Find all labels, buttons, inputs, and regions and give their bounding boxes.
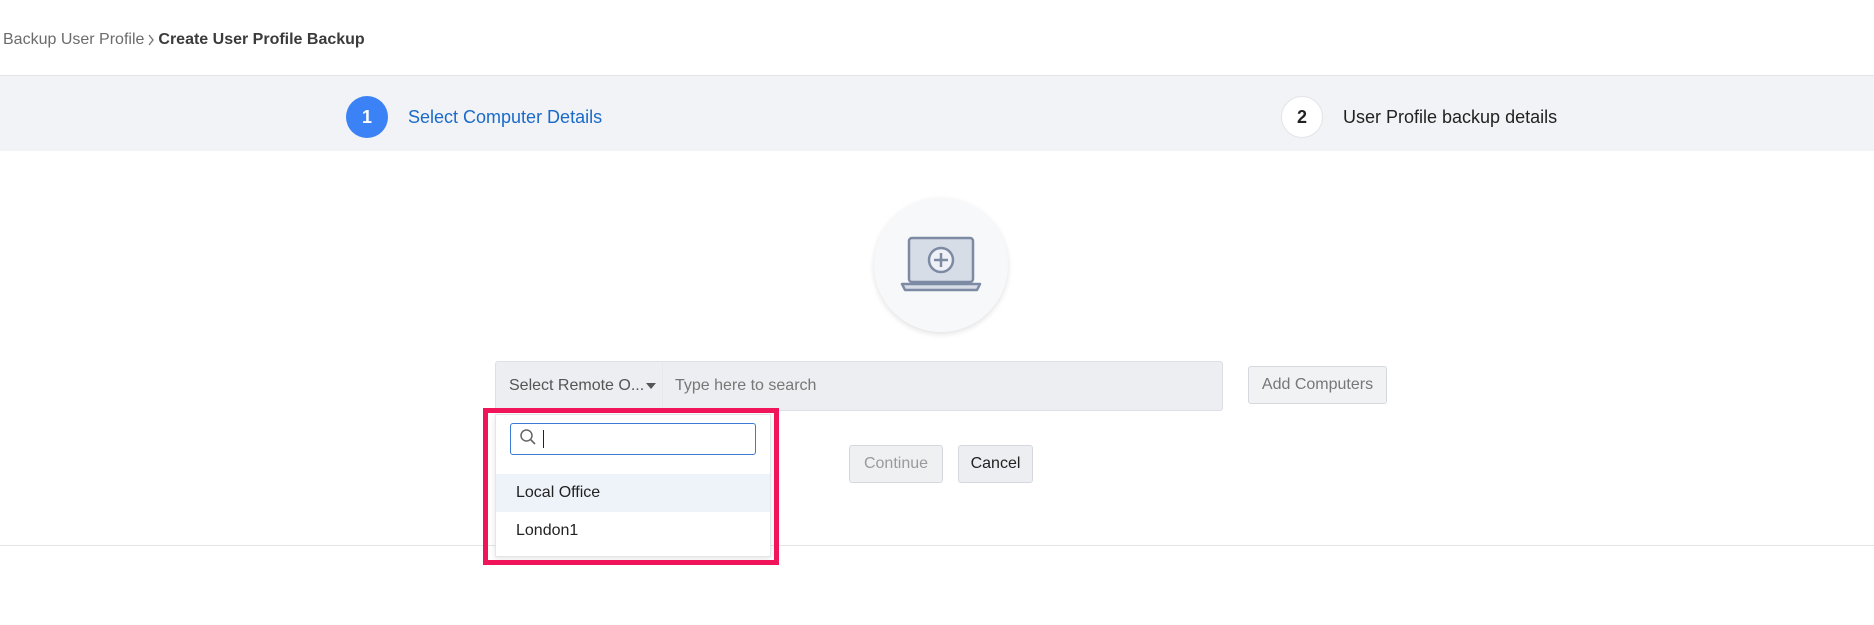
page: Backup User Profile Create User Profile … [0,0,1874,625]
stepper: 1 Select Computer Details 2 User Profile… [0,75,1874,151]
step-label: User Profile backup details [1343,106,1558,127]
breadcrumb: Backup User Profile Create User Profile … [3,30,365,50]
remote-office-dropdown: Local Office London1 [495,414,771,557]
caret-down-icon [646,383,656,389]
computer-search-field[interactable] [662,361,1223,411]
breadcrumb-parent-link[interactable]: Backup User Profile [3,30,144,50]
step-select-computer-details[interactable]: 1 Select Computer Details [346,96,602,138]
step-number-badge: 1 [346,96,388,138]
text-cursor [543,430,544,448]
step-user-profile-backup-details[interactable]: 2 User Profile backup details [1281,96,1557,138]
divider [0,545,1874,546]
dropdown-search-input[interactable] [549,429,755,449]
step-number-badge: 2 [1281,96,1323,138]
step-label: Select Computer Details [408,106,603,127]
breadcrumb-current: Create User Profile Backup [158,31,365,48]
remote-office-select[interactable]: Select Remote O... [495,361,662,411]
dropdown-option-local-office[interactable]: Local Office [496,474,770,512]
add-computers-button[interactable]: Add Computers [1248,366,1387,404]
cancel-button[interactable]: Cancel [958,445,1033,483]
computer-search-input[interactable] [673,376,1222,396]
dropdown-search-field[interactable] [510,423,756,455]
search-icon [519,428,537,451]
chevron-right-icon [144,30,158,50]
continue-button[interactable]: Continue [849,445,943,483]
dropdown-option-london1[interactable]: London1 [496,512,770,550]
remote-office-select-value: Select Remote O... [509,377,645,394]
laptop-plus-icon [874,198,1008,332]
